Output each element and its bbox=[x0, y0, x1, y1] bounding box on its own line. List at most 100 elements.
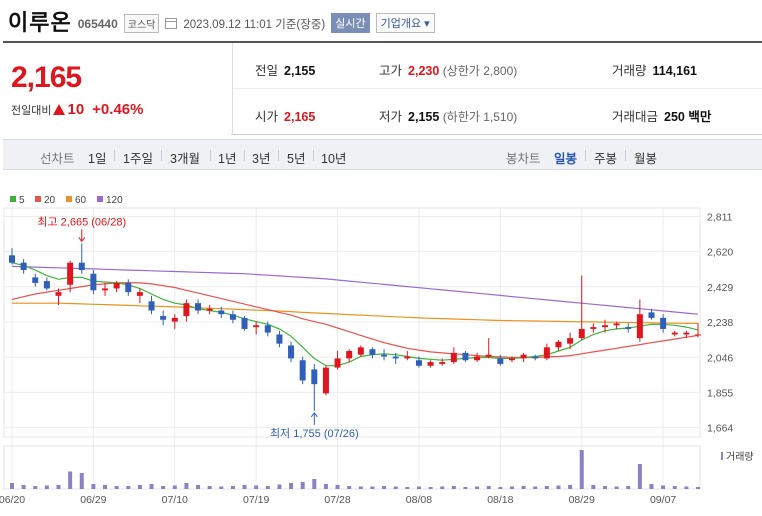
volume-bar bbox=[79, 473, 84, 489]
volume-bar bbox=[382, 486, 387, 489]
volume-bar bbox=[56, 485, 61, 489]
quote-row-1: 전일 2,155 고가 2,230 (상한가 2,800) 거래량 114,161 bbox=[233, 43, 762, 89]
line-chart-label: 선차트 bbox=[40, 152, 75, 166]
candle-body bbox=[113, 282, 120, 289]
volume-bar bbox=[521, 486, 526, 489]
candle-body bbox=[485, 354, 492, 357]
volume-bar bbox=[451, 486, 456, 489]
up-triangle-icon bbox=[53, 104, 66, 115]
candle-chart-label: 봉차트 bbox=[506, 152, 541, 166]
volume-bar bbox=[649, 484, 654, 489]
volume-bar bbox=[672, 486, 677, 489]
period-1d[interactable]: 1일 bbox=[88, 148, 106, 167]
volume-bar bbox=[544, 486, 549, 489]
ma120-line bbox=[11, 265, 699, 315]
stock-code: 065440 bbox=[77, 17, 118, 31]
change-label: 전일대비 bbox=[11, 104, 52, 117]
candle-body bbox=[555, 341, 562, 348]
volume-bar bbox=[533, 486, 538, 489]
candle-body bbox=[322, 367, 329, 394]
realtime-button[interactable]: 실시간 bbox=[331, 13, 370, 33]
candle-daily[interactable]: 일봉 bbox=[554, 148, 577, 167]
x-tick-label: 08/29 bbox=[569, 494, 595, 506]
candle-body bbox=[206, 308, 213, 311]
volume-bar bbox=[696, 487, 700, 489]
candle-monthly[interactable]: 월봉 bbox=[634, 148, 657, 167]
ma60-line bbox=[12, 302, 698, 324]
open-value: 2,165 bbox=[284, 110, 316, 124]
candle-body bbox=[636, 314, 643, 339]
x-tick-label: 07/10 bbox=[162, 494, 188, 506]
candle-body bbox=[334, 358, 341, 368]
period-1w[interactable]: 1주일 bbox=[123, 148, 153, 167]
candle-body bbox=[532, 356, 539, 359]
low-annotation: 최저 1,755 (07/26) bbox=[270, 427, 359, 440]
candle-body bbox=[241, 317, 248, 329]
candle-body bbox=[32, 277, 39, 283]
volume-legend-swatch bbox=[721, 452, 723, 460]
volume-bar bbox=[44, 485, 49, 489]
y-tick-label: 2,046 bbox=[707, 352, 733, 364]
candle-body bbox=[195, 303, 202, 311]
x-tick-label: 08/18 bbox=[487, 494, 513, 506]
trade-value-cell: 거래대금 250 백만 bbox=[612, 110, 712, 124]
candle-body bbox=[102, 288, 109, 291]
period-5y[interactable]: 5년 bbox=[287, 148, 305, 167]
open-cell: 시가 2,165 bbox=[255, 110, 316, 124]
candle-body bbox=[171, 317, 178, 322]
candle-body bbox=[683, 332, 690, 335]
candle-body bbox=[415, 360, 422, 366]
volume-bar bbox=[358, 486, 363, 489]
candle-body bbox=[520, 354, 527, 359]
volume-bar bbox=[289, 483, 294, 489]
period-10y[interactable]: 10년 bbox=[321, 148, 346, 167]
candle-body bbox=[55, 292, 62, 296]
volume-bar bbox=[347, 486, 352, 489]
company-overview-button[interactable]: 기업개요 ▾ bbox=[375, 13, 435, 33]
legend-swatch-20 bbox=[35, 196, 41, 202]
legend-label-5: 5 bbox=[19, 195, 25, 206]
y-tick-label: 1,855 bbox=[707, 387, 733, 399]
candlestick-chart: 5 20 60 120 2,811 2,620 2,429 2,238 2,046 1,855 1,… bbox=[0, 195, 754, 506]
volume-bar bbox=[591, 485, 596, 489]
candle-body bbox=[276, 334, 283, 344]
volume-bar bbox=[335, 485, 340, 489]
candle-body bbox=[183, 303, 190, 317]
change-row: 전일대비 10 +0.46% bbox=[11, 101, 143, 118]
period-3y[interactable]: 3년 bbox=[252, 148, 270, 167]
candle-body bbox=[404, 356, 411, 359]
candle-body bbox=[9, 255, 15, 263]
volume-bar bbox=[230, 486, 235, 489]
ma20-line bbox=[11, 281, 699, 359]
candle-body bbox=[427, 362, 434, 366]
candle-body bbox=[229, 314, 236, 320]
candle-body bbox=[695, 334, 701, 336]
candle-weekly[interactable]: 주봉 bbox=[594, 148, 617, 167]
volume-bar bbox=[393, 486, 398, 489]
candle-body bbox=[567, 338, 574, 344]
high-value: 2,230 bbox=[408, 64, 440, 78]
volume-bar bbox=[265, 486, 270, 489]
candle-body bbox=[90, 273, 97, 291]
volume-bar bbox=[370, 486, 375, 489]
y-tick-label: 2,238 bbox=[707, 317, 733, 329]
candle-body bbox=[601, 325, 608, 328]
x-tick-label: 07/28 bbox=[324, 494, 350, 506]
period-1y[interactable]: 1년 bbox=[218, 148, 236, 167]
period-3m[interactable]: 3개월 bbox=[170, 148, 200, 167]
volume-label: 거래량 bbox=[726, 451, 754, 463]
volume-bar bbox=[509, 486, 514, 489]
candle-body bbox=[660, 317, 667, 329]
candle-body bbox=[450, 352, 457, 363]
candle-body bbox=[136, 292, 143, 296]
volume-bar bbox=[219, 486, 224, 489]
volume-bar bbox=[498, 487, 503, 489]
legend-label-20: 20 bbox=[44, 195, 56, 206]
candle-body bbox=[578, 328, 585, 339]
prev-close-value: 2,155 bbox=[284, 64, 316, 78]
price-summary: 2,165 전일대비 10 +0.46% 전일 2,155 고가 2,230 (상한… bbox=[3, 41, 762, 135]
candle-body bbox=[78, 262, 85, 271]
quote-grid: 전일 2,155 고가 2,230 (상한가 2,800) 거래량 114,161 시… bbox=[232, 43, 762, 135]
x-tick-label: 08/08 bbox=[406, 494, 432, 506]
volume-bar bbox=[440, 486, 445, 489]
